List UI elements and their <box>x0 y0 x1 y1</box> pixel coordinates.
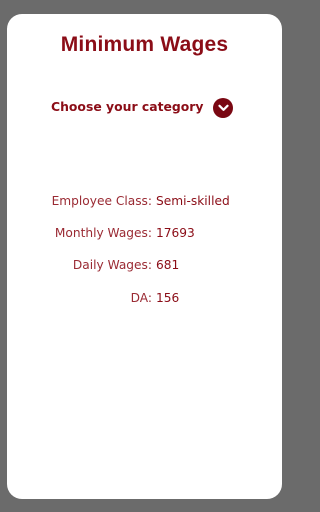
da-label: DA: <box>130 291 152 305</box>
monthly-wages-row: Monthly Wages: 17693 <box>7 226 282 244</box>
employee-class-row: Employee Class: Semi-skilled <box>7 194 282 212</box>
employee-class-value: Semi-skilled <box>156 194 230 208</box>
main-card: Minimum Wages Choose your category Emplo… <box>7 14 282 499</box>
category-dropdown[interactable]: Choose your category <box>51 98 237 120</box>
page-title: Minimum Wages <box>60 33 229 56</box>
monthly-wages-value: 17693 <box>156 226 195 240</box>
daily-wages-row: Daily Wages: 681 <box>7 258 282 276</box>
employee-class-label: Employee Class: <box>51 194 152 208</box>
category-dropdown-label: Choose your category <box>51 99 204 114</box>
chevron-down-icon[interactable] <box>213 98 233 118</box>
monthly-wages-label: Monthly Wages: <box>54 226 152 240</box>
daily-wages-label: Daily Wages: <box>72 258 152 272</box>
da-row: DA: 156 <box>7 291 282 309</box>
daily-wages-value: 681 <box>156 258 180 272</box>
da-value: 156 <box>156 291 180 305</box>
